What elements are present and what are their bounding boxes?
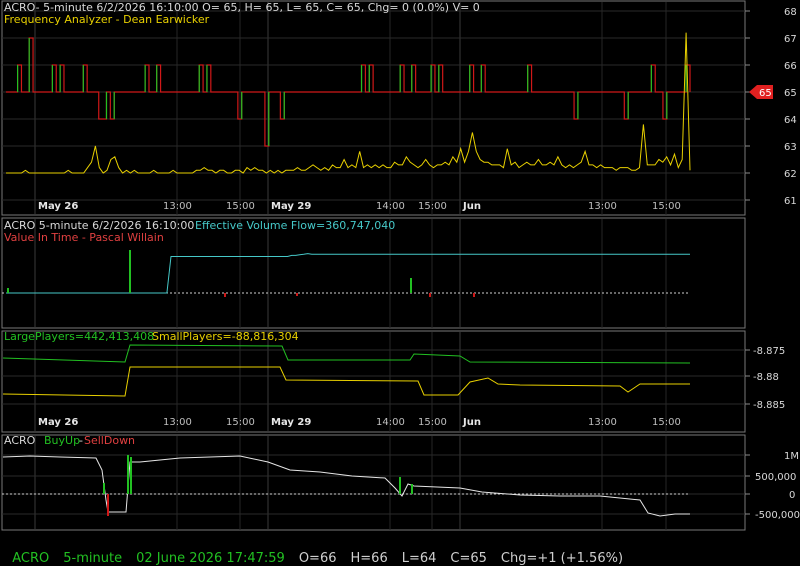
- panel1-subtitle: Frequency Analyzer - Dean Earwicker: [4, 13, 210, 26]
- x-tick-label: Jun: [462, 201, 481, 212]
- x-tick-label: 15:00: [652, 417, 681, 428]
- x-tick-label: May 26: [38, 201, 78, 212]
- x-tick-label: 13:00: [588, 417, 617, 428]
- x-tick-label: 14:00: [376, 417, 405, 428]
- y-tick-label: 500,000: [755, 472, 796, 483]
- status-high: H=66: [350, 551, 388, 566]
- panel3-small-label: SmallPlayers=-88,816,304: [152, 330, 299, 343]
- x-tick-label: 14:00: [376, 201, 405, 212]
- panel2-evf-label: Effective Volume Flow=360,747,040: [195, 219, 395, 232]
- x-tick-label: May 29: [271, 417, 311, 428]
- last-price-badge-label: 65: [759, 88, 772, 99]
- x-tick-label: 15:00: [418, 201, 447, 212]
- status-change: Chg=+1 (+1.56%): [500, 551, 624, 566]
- panel-frame-2: [1, 330, 746, 433]
- x-tick-label: 15:00: [226, 417, 255, 428]
- status-low: L=64: [401, 551, 437, 566]
- chart-canvas: May 26 13:00 15:00 May 29 14:00 15:00 Jun 13:00…: [1, 0, 800, 531]
- y-tick-label: 63: [784, 142, 797, 153]
- y-tick-label: 61: [784, 196, 797, 207]
- evf-series-line: [6, 253, 690, 294]
- y-tick-label: 67: [784, 34, 797, 45]
- y-tick-label: 68: [784, 7, 797, 18]
- x-tick-label: 15:00: [226, 201, 255, 212]
- y-tick-label: -8.885: [753, 400, 785, 411]
- y-tick-label: -500,000: [755, 510, 800, 521]
- panel4-sep: -: [79, 434, 83, 447]
- price-series-line: [6, 37, 691, 147]
- status-symbol: ACRO: [12, 551, 50, 566]
- status-interval: 5-minute: [63, 551, 123, 566]
- small-players-line: [2, 366, 690, 397]
- panel4-header: ACRO: [4, 434, 36, 447]
- panel2-subtitle: Value In Time - Pascal Willain: [4, 231, 164, 244]
- panel3-large-label: LargePlayers=442,413,408: [4, 330, 154, 343]
- x-tick-label: 15:00: [652, 201, 681, 212]
- status-open: O=66: [298, 551, 337, 566]
- x-tick-label: May 26: [38, 417, 78, 428]
- frequency-series-line: [6, 32, 691, 174]
- y-tick-label: 64: [784, 115, 797, 126]
- panel-frame-0: [1, 0, 746, 216]
- y-tick-label: -8.875: [753, 346, 785, 357]
- panel4-selldown-label: SellDown: [84, 434, 135, 447]
- large-players-line: [2, 344, 691, 364]
- x-tick-label: Jun: [462, 417, 481, 428]
- x-tick-label: 13:00: [163, 201, 192, 212]
- y-tick-label: -8.88: [753, 372, 779, 383]
- panel4-buyup-label: BuyUp: [44, 434, 80, 447]
- buyup-series-line: [2, 455, 690, 517]
- x-tick-label: 13:00: [163, 417, 192, 428]
- y-tick-label: 62: [784, 169, 797, 180]
- x-tick-label: 13:00: [588, 201, 617, 212]
- x-tick-label: May 29: [271, 201, 311, 212]
- y-tick-label: 1M: [784, 451, 799, 462]
- y-tick-label: 66: [784, 61, 797, 72]
- y-tick-label: 0: [789, 490, 795, 501]
- status-datetime: 02 June 2026 17:47:59: [136, 551, 285, 566]
- y-tick-label: 65: [784, 88, 797, 99]
- status-close: C=65: [450, 551, 487, 566]
- x-tick-label: 15:00: [418, 417, 447, 428]
- panel-frame-3: [1, 434, 746, 531]
